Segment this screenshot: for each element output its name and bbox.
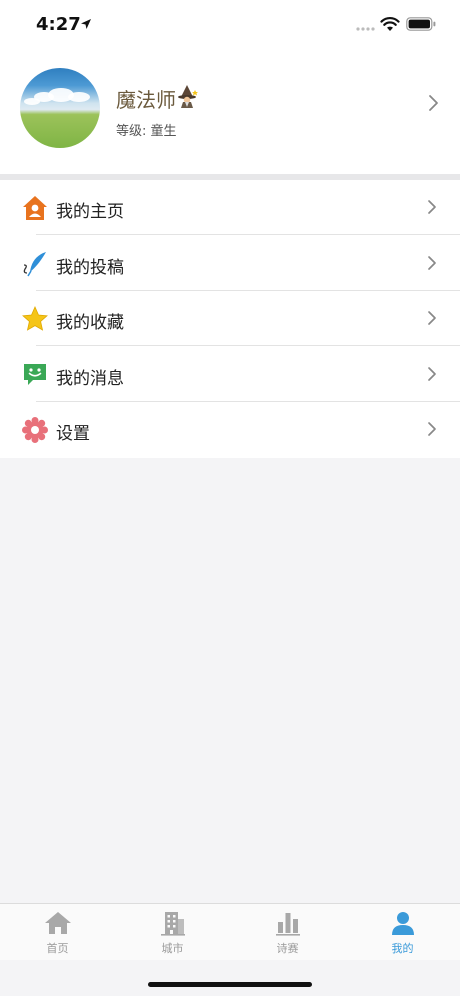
menu-item-settings[interactable]: 设置 [0, 402, 460, 457]
tab-label: 首页 [46, 942, 69, 955]
gear-icon [22, 417, 48, 443]
chevron-right-icon [428, 200, 436, 214]
tab-contest[interactable]: 诗赛 [230, 904, 345, 960]
chevron-right-icon [428, 311, 436, 325]
building-icon [161, 912, 185, 936]
avatar[interactable] [20, 68, 100, 148]
menu-separator [36, 234, 460, 235]
profile-level: 等级: 童生 [116, 124, 177, 139]
chevron-right-icon [429, 95, 438, 111]
menu-item-messages[interactable]: 我的消息 [0, 347, 460, 402]
menu-item-label: 我的主页 [56, 202, 124, 222]
wizard-icon [178, 85, 198, 108]
menu-list: 我的主页 我的投稿 我的收藏 我的消息 设置 [0, 180, 460, 458]
menu-item-favorites[interactable]: 我的收藏 [0, 291, 460, 346]
signal-dots-icon [356, 27, 375, 31]
tab-label: 诗赛 [276, 942, 299, 955]
home-indicator[interactable] [148, 982, 312, 987]
chevron-right-icon [428, 367, 436, 381]
star-icon [22, 306, 48, 331]
chevron-right-icon [428, 422, 436, 436]
profile-name: 魔法师 [116, 88, 176, 112]
menu-item-label: 设置 [56, 424, 90, 444]
location-arrow-icon [81, 19, 91, 29]
menu-item-home[interactable]: 我的主页 [0, 180, 460, 235]
message-icon [24, 364, 46, 385]
tab-home[interactable]: 首页 [0, 904, 115, 960]
home-icon [23, 196, 47, 220]
person-icon [392, 912, 414, 935]
tab-bar: 首页 城市 诗赛 我的 [0, 903, 460, 960]
battery-icon [406, 17, 436, 31]
chevron-right-icon [428, 256, 436, 270]
menu-item-label: 我的投稿 [56, 258, 124, 278]
menu-item-label: 我的收藏 [56, 313, 124, 333]
status-bar: 4:27 [0, 0, 460, 50]
home-indicator-area [0, 960, 460, 996]
menu-item-submissions[interactable]: 我的投稿 [0, 236, 460, 291]
tab-label: 城市 [161, 942, 184, 955]
tab-city[interactable]: 城市 [115, 904, 230, 960]
menu-separator [36, 345, 460, 346]
quill-icon [23, 252, 46, 277]
status-time: 4:27 [36, 14, 81, 35]
home-icon [45, 912, 71, 934]
wifi-icon [380, 17, 400, 31]
bar-chart-icon [276, 913, 300, 936]
profile-header[interactable]: 魔法师 等级: 童生 [0, 50, 460, 174]
tab-label: 我的 [391, 942, 414, 955]
menu-item-label: 我的消息 [56, 369, 124, 389]
tab-mine[interactable]: 我的 [345, 904, 460, 960]
